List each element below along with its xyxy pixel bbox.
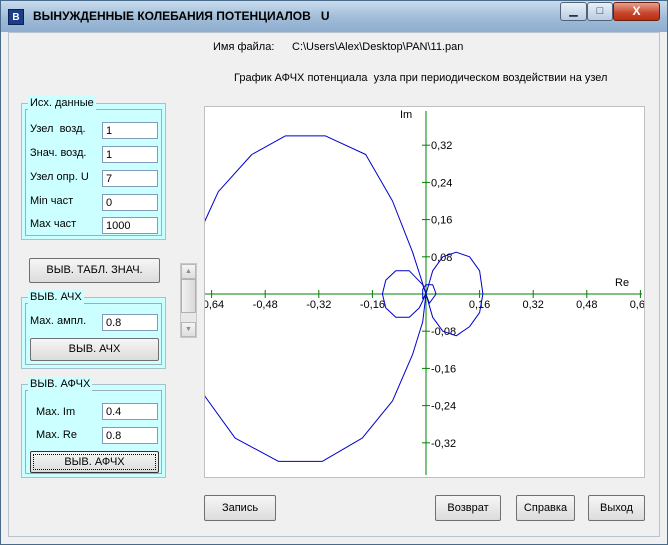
input-data-group: Исх. данные Узел возд. Знач. возд. Узел …	[21, 96, 166, 240]
field-label-max-im: Max. Im	[36, 406, 76, 418]
group-caption: ВЫВ. АЧХ	[28, 290, 84, 304]
table-values-button[interactable]: ВЫВ. ТАБЛ. ЗНАЧ.	[29, 258, 160, 283]
plot-caption: График АФЧХ потенциала узла при периодич…	[234, 72, 608, 84]
title-bar[interactable]: B ВЫНУЖДЕННЫЕ КОЛЕБАНИЯ ПОТЕНЦИАЛОВ U ▁ …	[1, 1, 667, 32]
chart-svg: -0,64 -0,48 -0,32 -0,16 0,16 0,32 0,48 0,64 0,32…	[184, 109, 651, 475]
app-icon: B	[8, 9, 24, 25]
y-tick-label: 0,24	[431, 177, 452, 189]
x-tick-label: 0,16	[469, 299, 490, 311]
field-label-target-node: Узел опр. U	[30, 171, 89, 183]
x-tick-label: -0,64	[205, 299, 224, 311]
x-tick-label: 0,32	[522, 299, 543, 311]
maximize-icon: □	[596, 5, 604, 17]
field-label-min-freq: Min част	[30, 195, 74, 207]
vertical-scrollbar[interactable]: ▲ ▼	[180, 263, 197, 338]
minimize-icon: ▁	[569, 5, 578, 17]
max-re-input[interactable]	[102, 427, 158, 444]
field-label-max-amp: Мах. ампл.	[30, 315, 87, 327]
client-area: Имя файла: C:\Users\Alex\Desktop\PAN\11.…	[8, 32, 660, 537]
field-label-source-value: Знач. возд.	[30, 147, 87, 159]
target-node-input[interactable]	[102, 170, 158, 187]
x-tick-label: -0,48	[253, 299, 278, 311]
close-icon: X	[632, 4, 641, 18]
amplitude-group: ВЫВ. АЧХ Мах. ампл. ВЫВ. АЧХ	[21, 290, 166, 369]
help-button[interactable]: Справка	[516, 495, 575, 521]
group-caption: ВЫВ. АФЧХ	[28, 377, 93, 391]
file-name-label: Имя файла:	[213, 41, 275, 53]
app-window: B ВЫНУЖДЕННЫЕ КОЛЕБАНИЯ ПОТЕНЦИАЛОВ U ▁ …	[0, 0, 668, 545]
min-freq-input[interactable]	[102, 194, 158, 211]
y-tick-label: -0,24	[431, 401, 456, 413]
y-tick-label: -0,32	[431, 438, 456, 450]
afch-button[interactable]: ВЫВ. АФЧХ	[30, 451, 159, 473]
scroll-thumb[interactable]	[181, 279, 196, 313]
max-im-input[interactable]	[102, 403, 158, 420]
afc-button[interactable]: ВЫВ. АЧХ	[30, 338, 159, 361]
close-button[interactable]: X	[613, 2, 660, 21]
y-tick-label: -0,16	[431, 363, 456, 375]
scroll-up-icon[interactable]: ▲	[181, 264, 196, 279]
record-button[interactable]: Запись	[204, 495, 276, 521]
y-tick-label: 0,32	[431, 140, 452, 152]
field-label-node-source: Узел возд.	[30, 123, 86, 135]
group-caption: Исх. данные	[28, 96, 96, 110]
exit-button[interactable]: Выход	[588, 495, 645, 521]
minimize-button[interactable]: ▁	[560, 2, 587, 21]
y-tick-label: -0,08	[431, 326, 456, 338]
x-tick-label: 0,48	[576, 299, 597, 311]
max-amp-input[interactable]	[102, 314, 158, 331]
field-label-max-freq: Max част	[30, 218, 77, 230]
back-button[interactable]: Возврат	[435, 495, 501, 521]
afch-group: ВЫВ. АФЧХ Max. Im Max. Re ВЫВ. АФЧХ	[21, 377, 166, 478]
scroll-down-icon[interactable]: ▼	[181, 322, 196, 337]
maximize-button[interactable]: □	[587, 2, 613, 21]
window-title: ВЫНУЖДЕННЫЕ КОЛЕБАНИЯ ПОТЕНЦИАЛОВ U	[33, 9, 330, 23]
source-value-input[interactable]	[102, 146, 158, 163]
x-axis-label: Re	[615, 277, 629, 289]
file-path: C:\Users\Alex\Desktop\PAN\11.pan	[292, 41, 464, 53]
y-tick-label: 0,16	[431, 215, 452, 227]
max-freq-input[interactable]	[102, 217, 158, 234]
field-label-max-re: Max. Re	[36, 429, 77, 441]
node-source-input[interactable]	[102, 122, 158, 139]
x-tick-label: 0,64	[630, 299, 644, 311]
y-axis-label: Im	[400, 109, 412, 121]
afch-plot: -0,64 -0,48 -0,32 -0,16 0,16 0,32 0,48 0,64 0,32…	[184, 106, 651, 478]
x-tick-label: -0,32	[306, 299, 331, 311]
x-tick-label: -0,16	[360, 299, 385, 311]
